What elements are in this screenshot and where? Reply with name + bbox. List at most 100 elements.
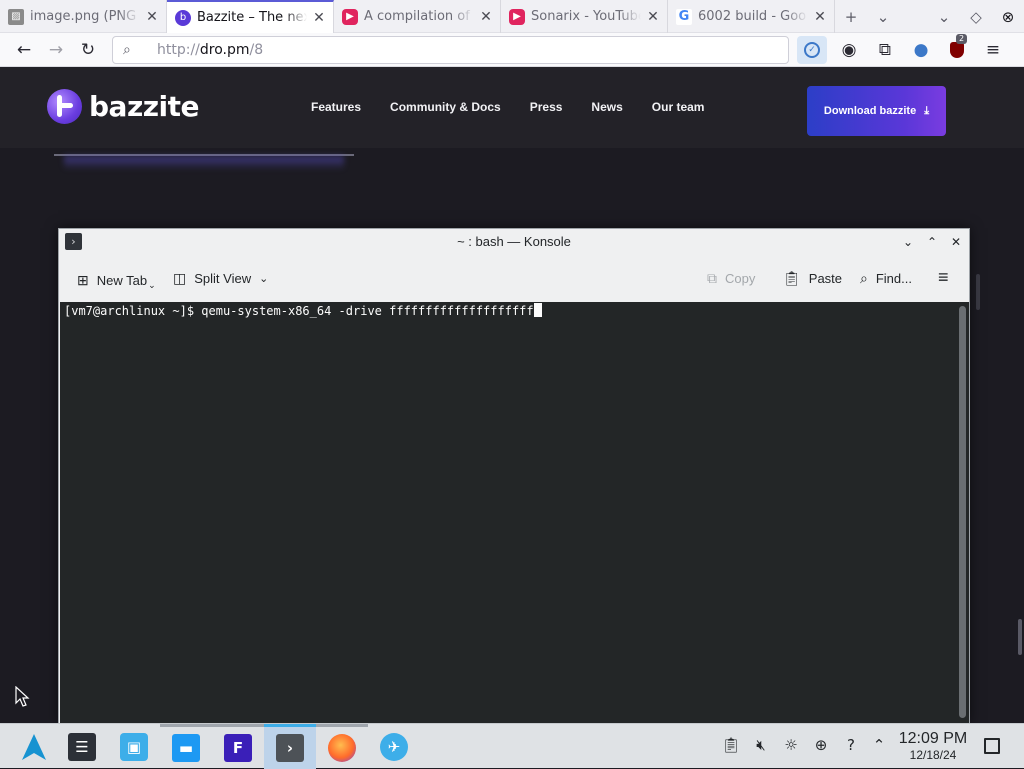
network-icon[interactable]: ⊕ xyxy=(811,736,831,754)
find-label: Find... xyxy=(875,271,912,286)
image-file-icon: ▨ xyxy=(8,8,24,25)
chevron-down-icon: ⌄ xyxy=(259,273,269,285)
site-header: bazzite Features Community & Docs Press … xyxy=(0,67,1024,148)
terminal-area[interactable]: [vm7@archlinux ~]$ qemu-system-x86_64 -d… xyxy=(60,302,958,723)
terminal-line: [vm7@archlinux ~]$ qemu-system-x86_64 -d… xyxy=(64,303,542,319)
clock-time: 12:09 PM xyxy=(898,730,968,747)
url-scheme: http:// xyxy=(157,41,200,58)
menu-hamburger-icon[interactable]: ≡ xyxy=(975,35,1011,65)
new-tab-plus-icon[interactable]: + xyxy=(835,0,867,33)
paste-button[interactable]: 📋︎ Paste xyxy=(783,270,842,287)
nav-link-community-docs[interactable]: Community & Docs xyxy=(390,100,501,114)
application-launcher[interactable] xyxy=(8,724,60,769)
show-desktop-icon[interactable] xyxy=(984,738,1000,754)
close-tab-icon[interactable]: ✕ xyxy=(311,10,327,26)
logo-text: bazzite xyxy=(89,90,200,123)
download-label: Download bazzite xyxy=(823,105,917,117)
tab-title: Bazzite – The next xyxy=(197,10,307,25)
youtube-icon: ▶ xyxy=(342,8,358,25)
youtube-icon: ▶ xyxy=(509,8,525,25)
nav-link-features[interactable]: Features xyxy=(311,100,361,114)
close-tab-icon[interactable]: ✕ xyxy=(812,9,828,25)
paste-label: Paste xyxy=(808,271,843,286)
search-icon: ⌕ xyxy=(860,270,868,286)
taskbar-discover[interactable]: ▣ xyxy=(108,724,160,769)
url-bar[interactable]: ⌕ http://dro.pm/8 xyxy=(112,35,789,64)
taskbar-konsole[interactable]: › xyxy=(264,724,316,769)
konsole-toolbar: ⊞ New Tab ⌄ ◫ Split View ⌄ ⧉ Copy 📋︎ Pas… xyxy=(59,256,969,302)
extension-badge: 2 xyxy=(956,33,968,44)
minimize-icon[interactable]: ⌄ xyxy=(899,233,917,251)
back-arrow-icon[interactable]: ← xyxy=(8,35,40,65)
close-window-icon[interactable]: ⊗ xyxy=(992,0,1024,33)
close-tab-icon[interactable]: ✕ xyxy=(144,9,160,25)
forward-arrow-icon[interactable]: → xyxy=(40,35,72,65)
minimize-window-icon[interactable]: ⌄ xyxy=(928,0,960,33)
maximize-window-icon[interactable]: ◇ xyxy=(960,0,992,33)
tray-expand-icon[interactable]: ⌃ xyxy=(869,736,889,754)
tab-sonarix[interactable]: ▶ Sonarix - YouTube ✕ xyxy=(501,0,668,33)
tab-6002-build[interactable]: G 6002 build - Goo ✕ xyxy=(668,0,835,33)
close-tab-icon[interactable]: ✕ xyxy=(645,9,661,25)
reload-icon[interactable]: ↻ xyxy=(72,35,104,65)
tab-title: 6002 build - Goo xyxy=(698,9,807,24)
help-icon[interactable]: ? xyxy=(841,736,861,754)
pocket-icon: ✓ xyxy=(804,41,820,58)
paste-icon: 📋︎ xyxy=(783,270,801,286)
page-scrollbar[interactable] xyxy=(976,274,980,310)
taskbar-firefox[interactable] xyxy=(316,724,368,769)
chevron-down-icon: ⌄ xyxy=(148,280,156,290)
pocket-button[interactable]: ✓ xyxy=(797,35,827,64)
tab-compilation[interactable]: ▶ A compilation of ✕ xyxy=(334,0,501,33)
browser-nav-bar: ← → ↻ ⌕ http://dro.pm/8 ✓ ◉ ⧉ ● 2 ≡ xyxy=(0,33,1024,67)
new-tab-label: New Tab xyxy=(96,273,148,288)
new-tab-button[interactable]: ⊞ New Tab ⌄ xyxy=(77,270,156,291)
account-icon[interactable]: ◉ xyxy=(831,35,867,65)
search-icon: ⌕ xyxy=(123,41,131,58)
taskbar-network-app[interactable]: ✈ xyxy=(368,724,420,769)
extensions-icon[interactable]: ⧉ xyxy=(867,35,903,65)
tab-image-png[interactable]: ▨ image.png (PNG I ✕ xyxy=(0,0,167,33)
window-title: ~ : bash — Konsole xyxy=(457,234,571,249)
ublock-extension-button[interactable]: 2 xyxy=(939,33,975,65)
volume-muted-icon[interactable]: 🔇︎ xyxy=(751,736,771,754)
hamburger-menu-icon[interactable]: ≡ xyxy=(938,267,949,288)
tab-title: image.png (PNG I xyxy=(30,9,140,24)
brightness-icon[interactable]: ☼ xyxy=(781,736,801,754)
taskbar-fsearch[interactable]: F xyxy=(212,724,264,769)
browser-tab-strip: ▨ image.png (PNG I ✕ b Bazzite – The nex… xyxy=(0,0,1024,33)
arch-linux-icon xyxy=(22,733,46,760)
find-button[interactable]: ⌕ Find... xyxy=(860,270,912,287)
nav-link-press[interactable]: Press xyxy=(530,100,563,114)
new-tab-icon: ⊞ xyxy=(77,272,89,288)
copy-label: Copy xyxy=(725,271,756,286)
scrollbar-thumb[interactable] xyxy=(959,306,966,718)
url-path: /8 xyxy=(249,41,264,58)
close-icon[interactable]: ✕ xyxy=(947,233,965,251)
page-scrollbar-edge[interactable] xyxy=(1018,619,1022,655)
clipboard-icon[interactable]: 📋︎ xyxy=(721,736,741,754)
f-app-icon: F xyxy=(224,734,252,762)
terminal-scrollbar[interactable] xyxy=(957,302,969,723)
bazzite-icon: b xyxy=(175,9,191,26)
taskbar-system-settings[interactable]: ☰ xyxy=(56,724,108,769)
terminal-icon: › xyxy=(276,734,304,762)
split-view-label: Split View xyxy=(194,271,252,286)
tab-bazzite[interactable]: b Bazzite – The next ✕ xyxy=(167,0,334,33)
split-view-button[interactable]: ◫ Split View ⌄ xyxy=(173,270,268,287)
download-bazzite-button[interactable]: Download bazzite ⤓ xyxy=(807,86,946,136)
konsole-titlebar[interactable]: › ~ : bash — Konsole ⌄ ⌃ ✕ xyxy=(59,229,969,256)
nav-link-news[interactable]: News xyxy=(591,100,622,114)
maximize-icon[interactable]: ⌃ xyxy=(923,233,941,251)
profile-icon[interactable]: ● xyxy=(903,35,939,65)
clock[interactable]: 12:09 PM 12/18/24 xyxy=(893,730,973,762)
nav-link-our-team[interactable]: Our team xyxy=(652,100,705,114)
copy-button[interactable]: ⧉ Copy xyxy=(707,270,755,287)
list-all-tabs-icon[interactable]: ⌄ xyxy=(867,0,899,33)
folder-icon: ▬ xyxy=(172,734,200,762)
close-tab-icon[interactable]: ✕ xyxy=(478,9,494,25)
bazzite-logo[interactable]: bazzite xyxy=(47,89,200,124)
text-cursor xyxy=(533,303,542,317)
taskbar-dolphin[interactable]: ▬ xyxy=(160,724,212,769)
url-host: dro.pm xyxy=(199,41,250,58)
